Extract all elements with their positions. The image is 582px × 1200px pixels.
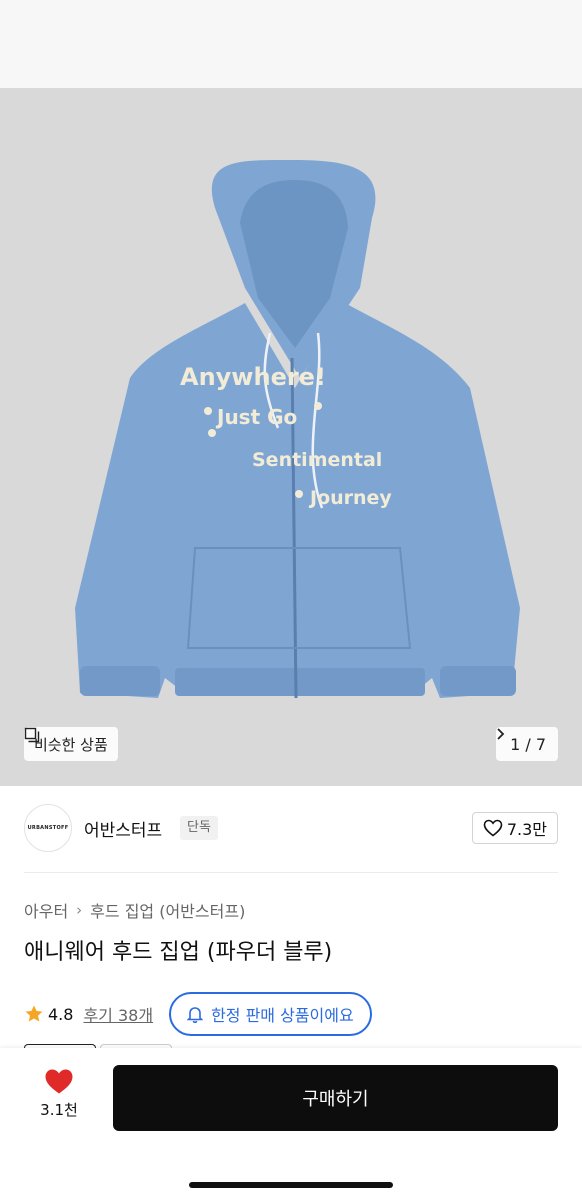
top-bar: [0, 0, 582, 88]
wishlist-button[interactable]: 3.1천: [24, 1068, 94, 1120]
brand-logo[interactable]: URBANSTOFF: [24, 804, 72, 852]
image-counter-text: 1 / 7: [510, 734, 546, 754]
star-icon: [25, 1005, 43, 1022]
chevron-right-icon: ›: [76, 901, 83, 919]
product-title: 애니웨어 후드 집업 (파우더 블루): [24, 940, 333, 965]
heart-outline-icon: [483, 819, 503, 837]
exclusive-badge: 단독: [180, 816, 218, 840]
print-line-2: Just Go: [215, 405, 297, 429]
heart-filled-icon: [45, 1069, 73, 1094]
divider: [24, 872, 558, 873]
review-count-link[interactable]: 후기 38개: [83, 1002, 153, 1026]
similar-products-button[interactable]: 비슷한 상품: [24, 727, 118, 761]
print-line-3: Sentimental: [252, 449, 382, 471]
rating-value: 4.8: [48, 1004, 74, 1024]
breadcrumb: 아우터 › 후드 집업 (어반스터프): [24, 898, 245, 922]
chevron-right-icon: [497, 728, 505, 740]
wishlist-count: 3.1천: [40, 1101, 78, 1119]
breadcrumb-category[interactable]: 아우터: [24, 898, 68, 922]
similar-items-icon: [24, 727, 40, 743]
print-line-1: Anywhere!: [180, 363, 326, 391]
buy-button[interactable]: 구매하기: [113, 1065, 558, 1131]
brand-logo-text: URBANSTOFF: [27, 825, 69, 831]
limited-sale-label: 한정 판매 상품이에요: [211, 1006, 354, 1025]
product-image-gallery[interactable]: Anywhere! Just Go Sentimental Journey 비슷…: [0, 88, 582, 786]
product-image: Anywhere! Just Go Sentimental Journey: [0, 88, 582, 786]
brand-row: URBANSTOFF 어반스터프 단독 7.3만: [0, 800, 582, 856]
similar-products-label: 비슷한 상품: [34, 735, 108, 754]
brand-like-button[interactable]: 7.3만: [471, 812, 558, 844]
brand-like-count: 7.3만: [506, 820, 547, 839]
bottom-action-bar: 3.1천 구매하기: [0, 1048, 582, 1200]
image-counter-button[interactable]: 1 / 7: [496, 727, 558, 761]
limited-sale-button[interactable]: 한정 판매 상품이에요: [169, 992, 372, 1036]
rating-row: 4.8 후기 38개 한정 판매 상품이에요: [24, 992, 372, 1036]
breadcrumb-subcategory[interactable]: 후드 집업 (어반스터프): [90, 898, 245, 922]
brand-name[interactable]: 어반스터프: [84, 816, 162, 841]
print-line-4: Journey: [308, 487, 392, 509]
home-indicator: [189, 1182, 393, 1188]
bell-icon: [187, 1007, 204, 1023]
